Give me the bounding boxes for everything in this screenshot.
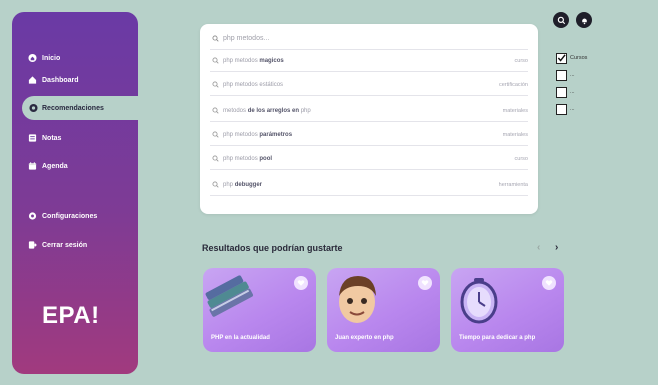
search-icon	[210, 181, 220, 188]
sidebar-item-label: Cerrar sesión	[42, 241, 88, 249]
filter-label: ...	[570, 72, 575, 78]
search-suggestion[interactable]: php metodos pool curso	[210, 148, 528, 170]
checkbox[interactable]	[556, 69, 567, 81]
sidebar-item-notas[interactable]: Notas	[12, 126, 138, 150]
prev-arrow-icon[interactable]: ‹	[537, 242, 540, 253]
search-dropdown: php metodos... php metodos magicos curso…	[200, 24, 538, 214]
home-icon	[28, 53, 37, 63]
suggestion-text: php metodos	[223, 155, 260, 162]
sidebar-item-cerrar-sesion[interactable]: Cerrar sesión	[12, 233, 138, 257]
calendar-icon	[28, 162, 37, 171]
suggestion-highlight: pool	[259, 155, 273, 162]
card-label: PHP en la actualidad	[211, 335, 270, 341]
sidebar-item-label: Recomendaciones	[42, 104, 104, 112]
gear-icon	[28, 212, 37, 221]
suggestion-category: certificación	[498, 81, 528, 88]
notification-icon[interactable]	[576, 12, 592, 28]
sidebar-item-recomendaciones[interactable]: Recomendaciones	[22, 96, 138, 120]
suggestion-highlight: de los arreglos en	[247, 107, 300, 114]
result-card-tiempo-php[interactable]: Tiempo para dedicar a php	[451, 268, 564, 352]
filter-cursos[interactable]: Cursos	[556, 52, 616, 64]
next-arrow-icon[interactable]: ›	[555, 242, 558, 253]
recommendations-icon	[29, 103, 38, 113]
suggestion-category: materiales	[502, 131, 528, 138]
sidebar-item-configuraciones[interactable]: Configuraciones	[12, 204, 138, 228]
suggestion-highlight: magicos	[259, 57, 284, 64]
search-icon[interactable]	[553, 12, 569, 28]
suggestion-text: php	[223, 181, 235, 188]
results-heading: Resultados que podrían gustarte	[202, 243, 343, 253]
suggestion-text: metodos	[223, 107, 248, 114]
sidebar-item-label: Notas	[42, 134, 62, 142]
checkbox-checked[interactable]	[556, 52, 567, 64]
search-icon	[210, 131, 220, 138]
result-card-php-actualidad[interactable]: PHP en la actualidad	[203, 268, 316, 352]
suggestion-category: herramienta	[498, 181, 528, 188]
checkbox[interactable]	[556, 103, 567, 115]
favorite-heart-icon[interactable]	[542, 276, 556, 290]
search-icon	[210, 107, 220, 114]
suggestion-category: curso	[514, 155, 528, 162]
search-suggestion[interactable]: php debugger herramienta	[210, 174, 528, 196]
sidebar: Inicio Dashboard Recomendaciones Notas A…	[12, 12, 138, 374]
notes-icon	[28, 134, 37, 143]
filter-label: ...	[570, 89, 575, 95]
search-suggestion[interactable]: php metodos magicos curso	[210, 50, 528, 72]
sidebar-item-dashboard[interactable]: Dashboard	[12, 68, 138, 92]
filter-label: Cursos	[570, 55, 588, 61]
suggestion-text: php metodos	[223, 57, 260, 64]
search-input[interactable]: php metodos...	[210, 28, 528, 50]
search-icon	[210, 81, 220, 88]
favorite-heart-icon[interactable]	[418, 276, 432, 290]
sidebar-item-agenda[interactable]: Agenda	[12, 154, 138, 178]
filter-option[interactable]: ...	[556, 103, 616, 115]
suggestion-category: materiales	[502, 107, 528, 114]
suggestion-text: php metodos	[223, 131, 260, 138]
search-icon	[210, 57, 220, 64]
sidebar-item-label: Agenda	[42, 162, 68, 170]
filter-option[interactable]: ...	[556, 69, 616, 81]
suggestion-text-end: php	[299, 107, 311, 114]
card-label: Juan experto en php	[335, 335, 394, 341]
logout-icon	[28, 241, 37, 250]
card-label: Tiempo para dedicar a php	[459, 335, 536, 341]
suggestion-text: php metodos estáticos	[223, 81, 284, 88]
search-input-value: php metodos...	[223, 35, 270, 42]
suggestion-highlight: parámetros	[259, 131, 293, 138]
search-suggestion[interactable]: php metodos parámetros materiales	[210, 124, 528, 146]
sidebar-item-label: Dashboard	[42, 76, 79, 84]
dashboard-icon	[28, 76, 37, 85]
filter-option[interactable]: ...	[556, 86, 616, 98]
search-icon	[210, 155, 220, 162]
sidebar-item-inicio[interactable]: Inicio	[12, 46, 138, 70]
suggestion-category: curso	[514, 57, 528, 64]
search-icon	[210, 35, 220, 42]
search-suggestion[interactable]: php metodos estáticos certificación	[210, 74, 528, 96]
search-suggestion[interactable]: metodos de los arreglos en php materiale…	[210, 100, 528, 122]
result-card-juan-experto[interactable]: Juan experto en php	[327, 268, 440, 352]
app-logo: EPA!	[42, 302, 100, 329]
suggestion-highlight: debugger	[234, 181, 263, 188]
favorite-heart-icon[interactable]	[294, 276, 308, 290]
app-window: Inicio Dashboard Recomendaciones Notas A…	[0, 0, 658, 385]
sidebar-item-label: Configuraciones	[42, 212, 98, 220]
filter-label: ...	[570, 106, 575, 112]
checkbox[interactable]	[556, 86, 567, 98]
sidebar-item-label: Inicio	[42, 54, 61, 62]
